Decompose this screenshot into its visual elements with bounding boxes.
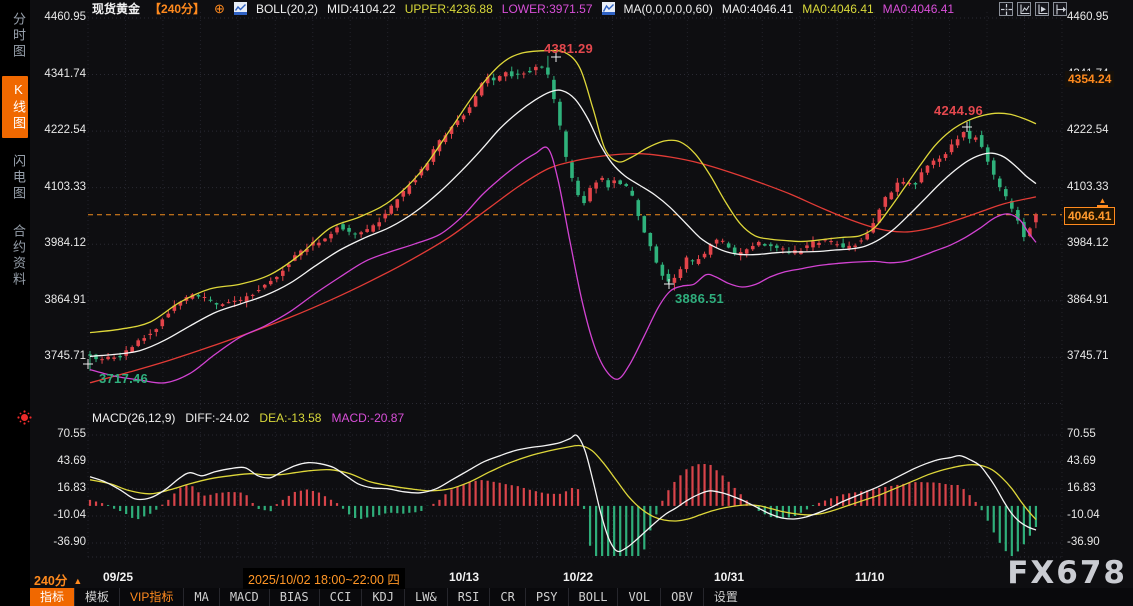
sidebar-item[interactable]: 分时图 xyxy=(2,6,28,66)
macd-label: MACD(26,12,9) xyxy=(92,411,175,425)
toolbar-item-vol[interactable]: VOL xyxy=(617,588,660,606)
toolbar-item-lw[interactable]: LW& xyxy=(404,588,447,606)
toolbar-item-模板[interactable]: 模板 xyxy=(74,588,119,606)
macd-header: MACD(26,12,9) DIFF:-24.02 DEA:-13.58 MAC… xyxy=(92,411,404,425)
ma0-value-2: MA0:4046.41 xyxy=(802,2,873,16)
ma-thumbnail-icon xyxy=(602,2,615,15)
axis-label: 43.69 xyxy=(30,455,86,467)
axis-label: 4103.33 xyxy=(1067,181,1131,193)
alert-price-badge: 4354.24 xyxy=(1065,71,1114,87)
ma-label: MA(0,0,0,0,0,60) xyxy=(624,2,713,16)
axis-label: 4103.33 xyxy=(30,181,86,193)
axis-label: 3864.91 xyxy=(30,294,86,306)
trading-app-window: 分时图 K线图闪电图合约资料 现货黄金 【240分】 ⊕ BOLL(20,2) M… xyxy=(0,0,1133,606)
low-price-annotation: 3717.46 xyxy=(99,371,148,386)
toolbar-item-cr[interactable]: CR xyxy=(489,588,524,606)
boll-label: BOLL(20,2) xyxy=(256,2,318,16)
toolbar-item-rsi[interactable]: RSI xyxy=(447,588,490,606)
macd-macd-value: MACD:-20.87 xyxy=(331,411,404,425)
date-label: 11/10 xyxy=(855,570,884,584)
zoom-axis-icon[interactable] xyxy=(1017,2,1031,16)
axis-label: -36.90 xyxy=(1067,536,1131,548)
play-axis-icon[interactable] xyxy=(1035,2,1049,16)
low-price-annotation: 3886.51 xyxy=(675,291,724,306)
toolbar-item-cci[interactable]: CCI xyxy=(319,588,362,606)
boll-thumbnail-icon xyxy=(234,2,247,15)
crosshair-icon[interactable] xyxy=(999,2,1013,16)
chart-control-buttons xyxy=(999,2,1067,16)
axis-label: 16.83 xyxy=(30,482,86,494)
toolbar-item-设置[interactable]: 设置 xyxy=(703,588,748,606)
toolbar-item-ma[interactable]: MA xyxy=(183,588,218,606)
axis-label: 4341.74 xyxy=(30,68,86,80)
boll-lower-value: LOWER:3971.57 xyxy=(502,2,593,16)
axis-label: 3745.71 xyxy=(1067,350,1131,362)
macd-dea-value: DEA:-13.58 xyxy=(259,411,321,425)
axis-label: -10.04 xyxy=(1067,509,1131,521)
period-arrow-icon: ▲ xyxy=(73,576,82,586)
toolbar-item-obv[interactable]: OBV xyxy=(660,588,703,606)
axis-label: 3984.12 xyxy=(30,237,86,249)
date-label: 10/13 xyxy=(449,570,479,584)
ma0-value-3: MA0:4046.41 xyxy=(883,2,954,16)
axis-label: 4460.95 xyxy=(30,11,86,23)
toolbar-item-bias[interactable]: BIAS xyxy=(269,588,319,606)
period-label: 【240分】 xyxy=(149,0,205,17)
date-label: 10/31 xyxy=(714,570,744,584)
axis-label: 70.55 xyxy=(30,428,86,440)
date-label: 10/22 xyxy=(563,570,593,584)
chart-canvas[interactable] xyxy=(0,0,1133,606)
sidebar-item[interactable]: K线图 xyxy=(2,76,28,138)
sidebar-item[interactable]: 闪电图 xyxy=(2,148,28,208)
watermark-logo: FX678 xyxy=(1007,555,1127,591)
indicator-topbar: 现货黄金 【240分】 ⊕ BOLL(20,2) MID:4104.22 UPP… xyxy=(92,1,954,16)
pan-right-icon[interactable] xyxy=(1053,2,1067,16)
record-dot-icon[interactable] xyxy=(21,414,28,421)
price-alert-icon[interactable]: ▲ xyxy=(1097,197,1108,207)
axis-label: 70.55 xyxy=(1067,428,1131,440)
axis-label: 4222.54 xyxy=(30,124,86,136)
axis-label: 16.83 xyxy=(1067,482,1131,494)
boll-upper-value: UPPER:4236.88 xyxy=(405,2,493,16)
axis-label: -10.04 xyxy=(30,509,86,521)
axis-label: -36.90 xyxy=(30,536,86,548)
symbol-title: 现货黄金 xyxy=(92,0,140,17)
axis-label: 4222.54 xyxy=(1067,124,1131,136)
axis-label: 3864.91 xyxy=(1067,294,1131,306)
axis-label: 43.69 xyxy=(1067,455,1131,467)
axis-label: 4460.95 xyxy=(1067,11,1131,23)
add-favorite-icon[interactable]: ⊕ xyxy=(214,2,225,15)
period-selector[interactable]: 240分▲ xyxy=(34,570,82,589)
toolbar-item-boll[interactable]: BOLL xyxy=(568,588,618,606)
high-price-annotation: 4381.29 xyxy=(544,41,593,56)
axis-label: 3745.71 xyxy=(30,350,86,362)
indicator-toolbar: 指标模板VIP指标MAMACDBIASCCIKDJLW&RSICRPSYBOLL… xyxy=(30,588,1133,606)
axis-label: 3984.12 xyxy=(1067,237,1131,249)
boll-mid-value: MID:4104.22 xyxy=(327,2,396,16)
toolbar-item-指标[interactable]: 指标 xyxy=(30,588,74,606)
left-sidebar: 分时图 K线图闪电图合约资料 xyxy=(0,0,30,606)
toolbar-item-macd[interactable]: MACD xyxy=(219,588,269,606)
toolbar-item-vip指标[interactable]: VIP指标 xyxy=(119,588,183,606)
high-price-annotation: 4244.96 xyxy=(934,103,983,118)
macd-diff-value: DIFF:-24.02 xyxy=(185,411,249,425)
date-range-tooltip: 2025/10/02 18:00~22:00 四 xyxy=(243,568,405,589)
current-price-badge: 4046.41 xyxy=(1064,207,1115,225)
toolbar-item-kdj[interactable]: KDJ xyxy=(361,588,404,606)
date-label: 09/25 xyxy=(103,570,133,584)
sidebar-item[interactable]: 合约资料 xyxy=(2,218,28,294)
toolbar-item-psy[interactable]: PSY xyxy=(525,588,568,606)
ma0-value-1: MA0:4046.41 xyxy=(722,2,793,16)
